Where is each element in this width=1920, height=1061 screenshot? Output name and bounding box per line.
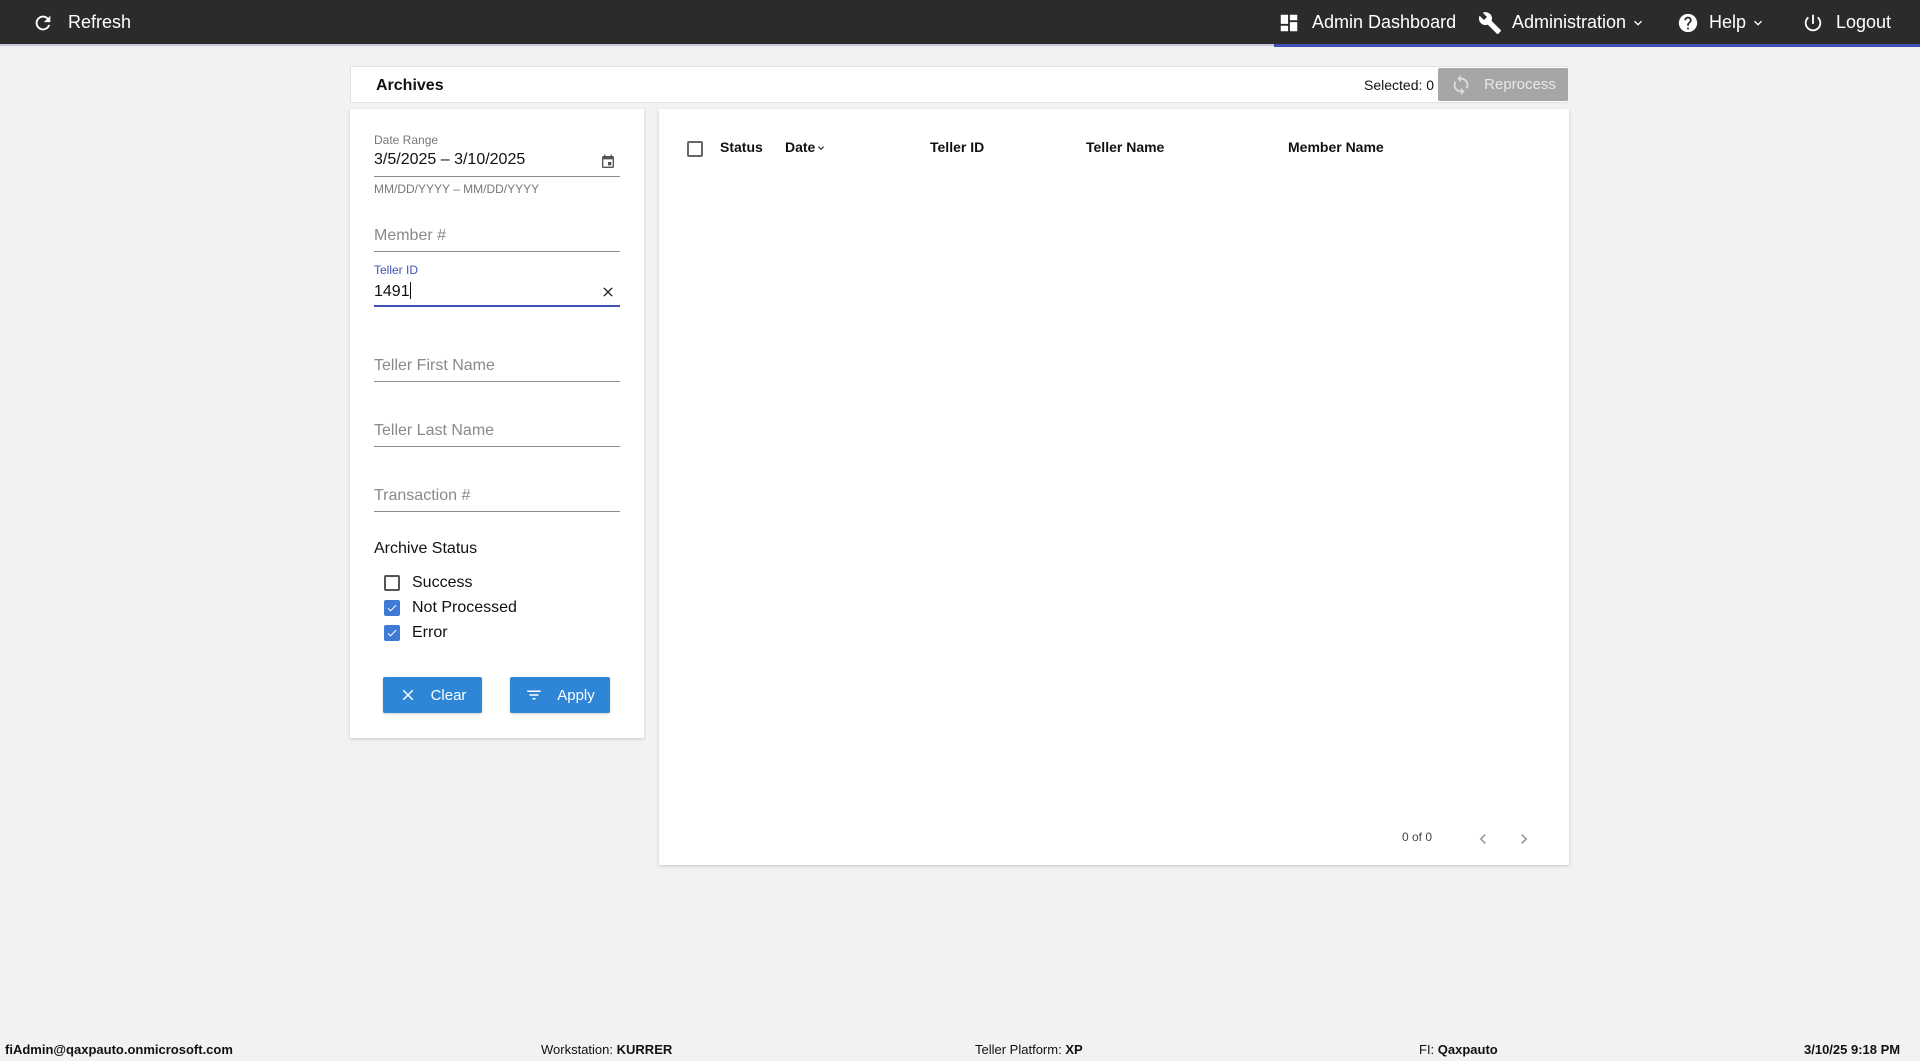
- refresh-label: Refresh: [68, 12, 132, 32]
- logout-label: Logout: [1836, 12, 1892, 32]
- pagination-range: 0 of 0: [1402, 830, 1433, 844]
- column-header-teller-name[interactable]: Teller Name: [1086, 139, 1164, 155]
- logout-button[interactable]: Logout: [1802, 0, 1891, 45]
- administration-label: Administration: [1512, 12, 1627, 32]
- power-icon: [1804, 14, 1822, 31]
- transaction-number-underline: [374, 511, 620, 512]
- member-number-input[interactable]: Member #: [374, 227, 446, 245]
- administration-menu[interactable]: Administration: [1478, 0, 1646, 45]
- date-range-hint: MM/DD/YYYY – MM/DD/YYYY: [374, 182, 540, 196]
- results-table-panel: Status Date Teller ID Teller Name Member…: [659, 109, 1569, 865]
- footer-platform: Teller Platform: XP: [975, 1042, 1083, 1057]
- filter-panel: Date Range 3/5/2025 – 3/10/2025 MM/DD/YY…: [350, 109, 644, 738]
- check-icon: [387, 604, 397, 612]
- calendar-icon[interactable]: [600, 154, 616, 170]
- footer-datetime: 3/10/25 9:18 PM: [1804, 1042, 1901, 1057]
- teller-id-label: Teller ID: [374, 263, 419, 277]
- status-footer: fiAdmin@qaxpauto.onmicrosoft.com Worksta…: [0, 1037, 1920, 1061]
- wrench-icon: [1478, 11, 1501, 34]
- refresh-icon: [35, 15, 51, 30]
- teller-id-input[interactable]: 1491: [374, 282, 411, 301]
- clear-label: Clear: [430, 686, 467, 704]
- close-icon: [402, 689, 413, 701]
- sync-icon: [1453, 74, 1469, 95]
- column-header-status[interactable]: Status: [720, 139, 763, 155]
- sort-desc-icon: [818, 146, 825, 150]
- filter-icon: [527, 690, 541, 700]
- checkbox-unchecked[interactable]: [384, 575, 400, 591]
- refresh-button[interactable]: Refresh: [32, 0, 131, 45]
- chevron-down-icon: [1634, 20, 1643, 26]
- status-success-label: Success: [412, 574, 473, 591]
- date-range-underline: [374, 176, 620, 177]
- admin-dashboard-link[interactable]: Admin Dashboard: [1278, 0, 1456, 45]
- next-page-icon[interactable]: [1514, 829, 1534, 849]
- status-not-processed-checkbox[interactable]: Not Processed: [384, 599, 517, 617]
- status-error-label: Error: [412, 624, 448, 641]
- column-header-teller-id[interactable]: Teller ID: [930, 139, 984, 155]
- footer-workstation: Workstation: KURRER: [541, 1042, 673, 1057]
- apply-button[interactable]: Apply: [510, 677, 610, 713]
- apply-label: Apply: [557, 686, 595, 704]
- teller-first-name-underline: [374, 381, 620, 382]
- column-header-date-label: Date: [785, 139, 816, 155]
- help-icon: [1678, 13, 1698, 32]
- checkbox-checked[interactable]: [384, 600, 400, 616]
- date-range-field[interactable]: Date Range 3/5/2025 – 3/10/2025 MM/DD/YY…: [374, 133, 620, 196]
- teller-id-value: 1491: [374, 283, 410, 300]
- transaction-number-field[interactable]: Transaction #: [374, 477, 620, 513]
- column-header-date[interactable]: Date: [785, 139, 827, 155]
- clear-button[interactable]: Clear: [383, 677, 482, 713]
- archives-header: Archives Selected: 0 Reprocess: [350, 66, 1568, 103]
- reprocess-label: Reprocess: [1484, 76, 1556, 93]
- top-nav-bar: Refresh Admin Dashboard Administration H…: [0, 0, 1920, 45]
- previous-page-icon[interactable]: [1473, 829, 1493, 849]
- reprocess-button[interactable]: Reprocess: [1438, 68, 1568, 101]
- status-success-checkbox[interactable]: Success: [384, 574, 472, 592]
- admin-dashboard-label: Admin Dashboard: [1312, 12, 1457, 32]
- teller-last-name-input[interactable]: Teller Last Name: [374, 422, 494, 440]
- status-not-processed-label: Not Processed: [412, 599, 517, 616]
- status-error-checkbox[interactable]: Error: [384, 624, 448, 642]
- selected-count: Selected: 0: [1364, 77, 1435, 93]
- dashboard-icon: [1280, 14, 1298, 31]
- teller-first-name-field[interactable]: Teller First Name: [374, 347, 620, 383]
- chevron-down-icon: [1754, 20, 1763, 26]
- topbar-divider: [0, 44, 1274, 46]
- archive-status-title: Archive Status: [374, 540, 478, 557]
- member-number-field[interactable]: Member #: [374, 217, 620, 253]
- transaction-number-input[interactable]: Transaction #: [374, 487, 470, 505]
- teller-last-name-underline: [374, 446, 620, 447]
- select-all-checkbox[interactable]: [687, 141, 703, 157]
- member-number-underline: [374, 251, 620, 252]
- teller-last-name-field[interactable]: Teller Last Name: [374, 412, 620, 448]
- help-menu[interactable]: Help: [1677, 0, 1766, 45]
- teller-id-field[interactable]: Teller ID 1491: [374, 263, 620, 319]
- topbar-accent-line: [1274, 44, 1920, 47]
- teller-id-underline: [374, 305, 620, 307]
- check-icon: [387, 629, 397, 637]
- clear-input-icon[interactable]: [600, 284, 616, 300]
- date-range-label: Date Range: [374, 133, 439, 147]
- column-header-member-name[interactable]: Member Name: [1288, 139, 1384, 155]
- teller-first-name-input[interactable]: Teller First Name: [374, 357, 495, 375]
- text-cursor: [409, 282, 411, 299]
- checkbox-checked[interactable]: [384, 625, 400, 641]
- date-range-value[interactable]: 3/5/2025 – 3/10/2025: [374, 151, 525, 169]
- help-label: Help: [1709, 12, 1747, 32]
- page-title: Archives: [376, 77, 444, 94]
- footer-user: fiAdmin@qaxpauto.onmicrosoft.com: [5, 1042, 233, 1057]
- footer-fi: FI: Qaxpauto: [1419, 1042, 1498, 1057]
